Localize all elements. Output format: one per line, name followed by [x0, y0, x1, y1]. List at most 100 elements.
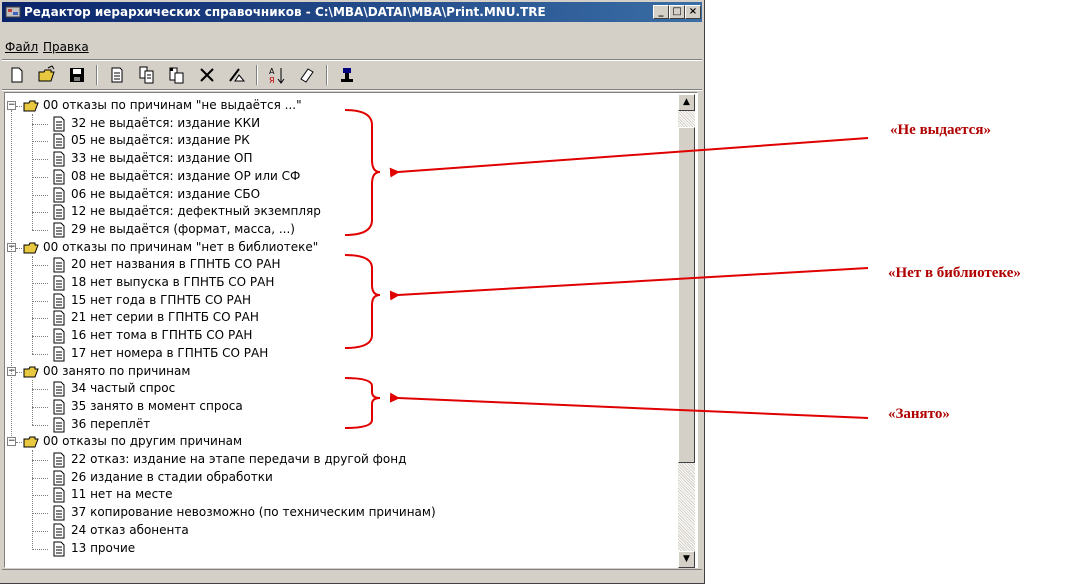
tree-connector	[32, 176, 48, 178]
tree-leaf-label: 26 издание в стадии обработки	[71, 469, 273, 484]
tree-connector	[16, 442, 22, 444]
collapse-toggle-icon[interactable]: −	[7, 101, 16, 110]
save-disk-icon[interactable]	[66, 64, 88, 86]
sort-az-icon[interactable]: AЯ	[266, 64, 288, 86]
menu-file-label: Файл	[5, 40, 39, 54]
toolbar-separator	[256, 65, 258, 85]
tree-connector	[32, 141, 48, 143]
tree-connector	[32, 548, 48, 550]
document-icon	[51, 487, 67, 503]
tree-leaf-label: 29 не выдаётся (формат, масса, ...)	[71, 221, 295, 236]
copy-pages-icon[interactable]	[136, 64, 158, 86]
title-bar[interactable]: Редактор иерархических справочников - C:…	[2, 2, 702, 22]
document-icon	[51, 328, 67, 344]
open-folder-icon	[23, 434, 39, 450]
new-file-icon[interactable]	[6, 64, 28, 86]
tree-connector	[32, 212, 48, 214]
menu-separator	[2, 59, 702, 61]
tree-connector	[16, 247, 22, 249]
menu-file[interactable]: Файл	[5, 40, 38, 54]
tree-leaf-label: 08 не выдаётся: издание ОР или СФ	[71, 168, 301, 183]
tree-connector	[32, 530, 48, 532]
document-icon	[51, 417, 67, 433]
scroll-down-icon[interactable]: ▼	[678, 551, 695, 568]
open-folder-icon	[23, 240, 39, 256]
tree-connector	[32, 229, 48, 231]
document-icon	[51, 452, 67, 468]
tree-group-label: 00 отказы по другим причинам	[43, 434, 243, 449]
open-folder-icon[interactable]	[36, 64, 58, 86]
tree-view[interactable]: − 00 отказы по причинам "не выдаётся ..."…	[4, 92, 698, 568]
editor-window: Редактор иерархических справочников - C:…	[0, 0, 705, 584]
close-button[interactable]: ×	[685, 5, 701, 19]
tree-leaf-label: 15 нет года в ГПНТБ СО РАН	[71, 292, 251, 307]
tree-connector	[32, 283, 48, 284]
tree-leaf-label: 35 занято в момент спроса	[71, 398, 243, 413]
paste-icon[interactable]	[166, 64, 188, 86]
tree-connector	[32, 114, 33, 230]
tree-connector	[32, 123, 48, 125]
tree-leaf-label: 21 нет серии в ГПНТБ СО РАН	[71, 310, 259, 325]
page-icon[interactable]	[106, 64, 128, 86]
menu-edit-label: Правка	[43, 40, 89, 54]
document-icon	[51, 470, 67, 486]
vertical-scrollbar[interactable]: ▲ ▼	[678, 94, 695, 568]
toolbar-separator-line	[2, 89, 702, 91]
window-title: Редактор иерархических справочников - C:…	[24, 5, 546, 19]
tree-connector	[32, 477, 48, 479]
svg-text:Я: Я	[269, 76, 275, 85]
maximize-button[interactable]: □	[669, 5, 685, 19]
document-icon	[51, 310, 67, 326]
tree-connector	[32, 513, 48, 515]
tree-leaf-label: 13 прочие	[71, 540, 136, 555]
tree-leaf-label: 37 копирование невозможно (по технически…	[71, 505, 436, 520]
tree-leaf-label: 33 не выдаётся: издание ОП	[71, 151, 253, 166]
document-icon	[51, 275, 67, 291]
open-folder-icon	[23, 364, 39, 380]
tree-connector	[32, 406, 48, 408]
tree-leaf-label: 17 нет номера в ГПНТБ СО РАН	[71, 345, 269, 360]
scroll-thumb[interactable]	[678, 127, 695, 463]
status-bar	[2, 569, 702, 584]
tree-leaf-label: 18 нет выпуска в ГПНТБ СО РАН	[71, 275, 275, 289]
tree-leaf-label: 06 не выдаётся: издание СБО	[71, 186, 261, 201]
app-icon	[5, 6, 21, 18]
tree-connector	[32, 495, 48, 497]
document-icon	[51, 346, 67, 362]
document-icon	[51, 151, 67, 167]
tree-leaf-label: 36 переплёт	[71, 416, 151, 431]
tree-connector	[11, 110, 12, 439]
open-folder-icon	[23, 98, 39, 114]
tree-leaf-label: 32 не выдаётся: издание ККИ	[71, 115, 261, 130]
tree-leaf-label: 16 нет тома в ГПНТБ СО РАН	[71, 328, 253, 343]
document-icon	[51, 222, 67, 238]
tree-connector	[32, 194, 48, 196]
svg-text:A: A	[269, 67, 275, 76]
tree-tool-icon[interactable]	[336, 64, 358, 86]
eraser-icon[interactable]	[296, 64, 318, 86]
annotation-not-in-library: «Нет в библиотеке»	[888, 265, 1021, 281]
tree-connector	[32, 318, 48, 320]
tree-leaf-label: 12 не выдаётся: дефектный экземпляр	[71, 204, 321, 219]
collapse-toggle-icon[interactable]: −	[7, 437, 16, 447]
tree-leaf-label: 24 отказ абонента	[71, 522, 189, 537]
tree-connector	[32, 460, 48, 461]
document-icon	[51, 257, 67, 273]
tree-connector	[32, 424, 48, 426]
toolbar: AЯ	[2, 62, 702, 88]
document-icon	[51, 169, 67, 185]
document-icon	[51, 293, 67, 309]
tree-connector	[32, 379, 33, 425]
document-icon	[51, 116, 67, 132]
delete-x-icon[interactable]	[196, 64, 218, 86]
document-icon	[51, 399, 67, 415]
toolbar-separator	[326, 65, 328, 85]
tree-connector	[16, 106, 22, 107]
tree-connector	[32, 265, 48, 267]
minimize-button[interactable]: _	[653, 5, 669, 19]
tree-leaf-label: 34 частый спрос	[71, 381, 176, 396]
edit-wand-icon[interactable]	[226, 64, 248, 86]
scroll-up-icon[interactable]: ▲	[678, 94, 695, 111]
menu-edit[interactable]: Правка	[43, 40, 89, 54]
tree-leaf-label: 05 не выдаётся: издание РК	[71, 133, 250, 148]
